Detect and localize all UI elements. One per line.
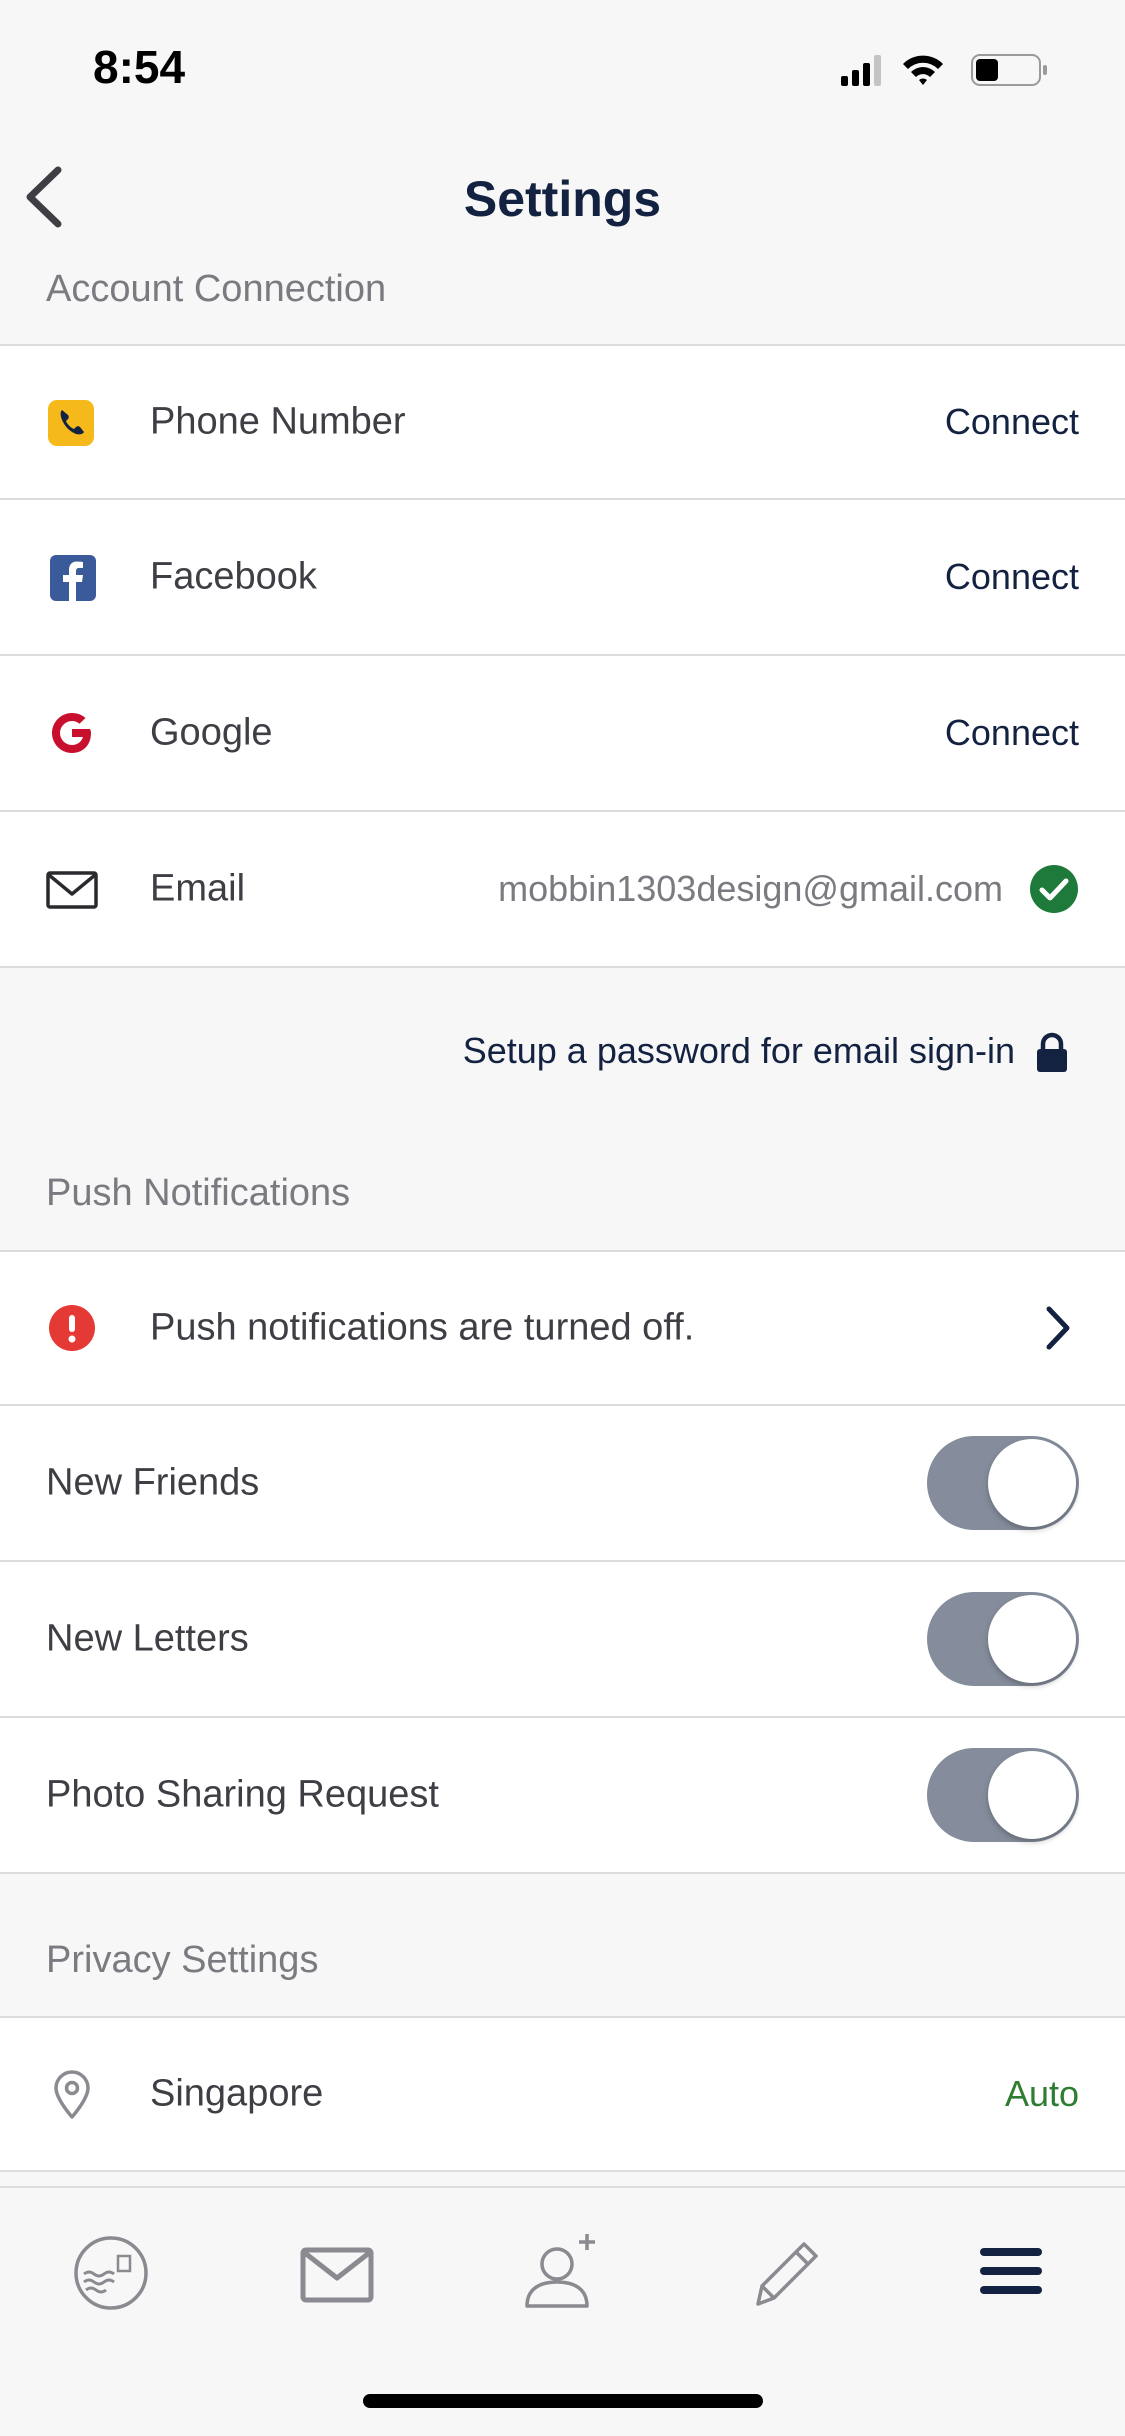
row-label: Facebook bbox=[150, 555, 317, 598]
row-label: Google bbox=[150, 711, 273, 754]
facebook-icon bbox=[46, 551, 98, 603]
row-push-warning[interactable]: Push notifications are turned off. bbox=[0, 1250, 1125, 1406]
tab-add-friend[interactable] bbox=[517, 2228, 607, 2318]
location-mode-value[interactable]: Auto bbox=[1005, 2073, 1079, 2115]
row-phone-number[interactable]: Phone Number Connect bbox=[0, 344, 1125, 500]
row-location[interactable]: Singapore Auto bbox=[0, 2016, 1125, 2172]
stamp-icon bbox=[74, 2236, 148, 2310]
verified-check-icon bbox=[1029, 864, 1079, 914]
setup-password-link[interactable]: Setup a password for email sign-in bbox=[463, 1030, 1015, 1072]
row-label: Push notifications are turned off. bbox=[150, 1306, 695, 1349]
email-value: mobbin1303design@gmail.com bbox=[498, 868, 1003, 909]
chevron-right-icon bbox=[1043, 1304, 1073, 1352]
connect-phone-button[interactable]: Connect bbox=[945, 401, 1079, 443]
google-icon bbox=[46, 707, 98, 759]
battery-icon bbox=[971, 54, 1047, 86]
toggle-knob bbox=[988, 1439, 1076, 1527]
row-photo-sharing-request: Photo Sharing Request bbox=[0, 1718, 1125, 1874]
wifi-icon bbox=[903, 55, 943, 85]
row-facebook[interactable]: Facebook Connect bbox=[0, 500, 1125, 656]
photo-sharing-request-toggle[interactable] bbox=[927, 1748, 1079, 1842]
section-header-push-notifications: Push Notifications bbox=[46, 1172, 351, 1214]
location-pin-icon bbox=[46, 2068, 98, 2120]
home-indicator bbox=[363, 2394, 763, 2408]
connect-google-button[interactable]: Connect bbox=[945, 712, 1079, 754]
nav-bar: Settings bbox=[0, 150, 1125, 250]
lock-icon bbox=[1035, 1032, 1069, 1074]
row-label: Email bbox=[150, 867, 246, 910]
section-header-privacy-settings: Privacy Settings bbox=[46, 1939, 319, 1981]
tab-stamps[interactable] bbox=[66, 2228, 156, 2318]
section-header-account-connection: Account Connection bbox=[46, 268, 387, 310]
status-bar: 8:54 bbox=[0, 0, 1125, 135]
row-label: Photo Sharing Request bbox=[46, 1773, 439, 1816]
tab-compose[interactable] bbox=[742, 2228, 832, 2318]
row-google[interactable]: Google Connect bbox=[0, 656, 1125, 812]
new-letters-toggle[interactable] bbox=[927, 1592, 1079, 1686]
row-new-letters: New Letters bbox=[0, 1562, 1125, 1718]
toggle-knob bbox=[988, 1595, 1076, 1683]
row-label: New Letters bbox=[46, 1617, 249, 1660]
add-friend-icon bbox=[525, 2234, 595, 2308]
mail-icon bbox=[300, 2247, 374, 2303]
cellular-signal-icon bbox=[841, 55, 881, 86]
row-new-friends: New Friends bbox=[0, 1406, 1125, 1562]
row-email[interactable]: Email mobbin1303design@gmail.com bbox=[0, 812, 1125, 968]
tab-letters[interactable] bbox=[292, 2228, 382, 2318]
page-title: Settings bbox=[463, 171, 662, 227]
row-label: Singapore bbox=[150, 2072, 324, 2115]
status-icons bbox=[841, 50, 1081, 90]
toggle-knob bbox=[988, 1751, 1076, 1839]
tab-menu[interactable] bbox=[966, 2228, 1056, 2318]
menu-icon bbox=[980, 2248, 1042, 2294]
row-label: Phone Number bbox=[150, 400, 406, 443]
alert-icon bbox=[46, 1302, 98, 1354]
row-label: New Friends bbox=[46, 1461, 260, 1504]
connect-facebook-button[interactable]: Connect bbox=[945, 556, 1079, 598]
mail-icon bbox=[46, 863, 98, 915]
new-friends-toggle[interactable] bbox=[927, 1436, 1079, 1530]
status-time: 8:54 bbox=[93, 41, 186, 93]
phone-icon bbox=[46, 396, 98, 448]
pencil-icon bbox=[756, 2242, 818, 2306]
